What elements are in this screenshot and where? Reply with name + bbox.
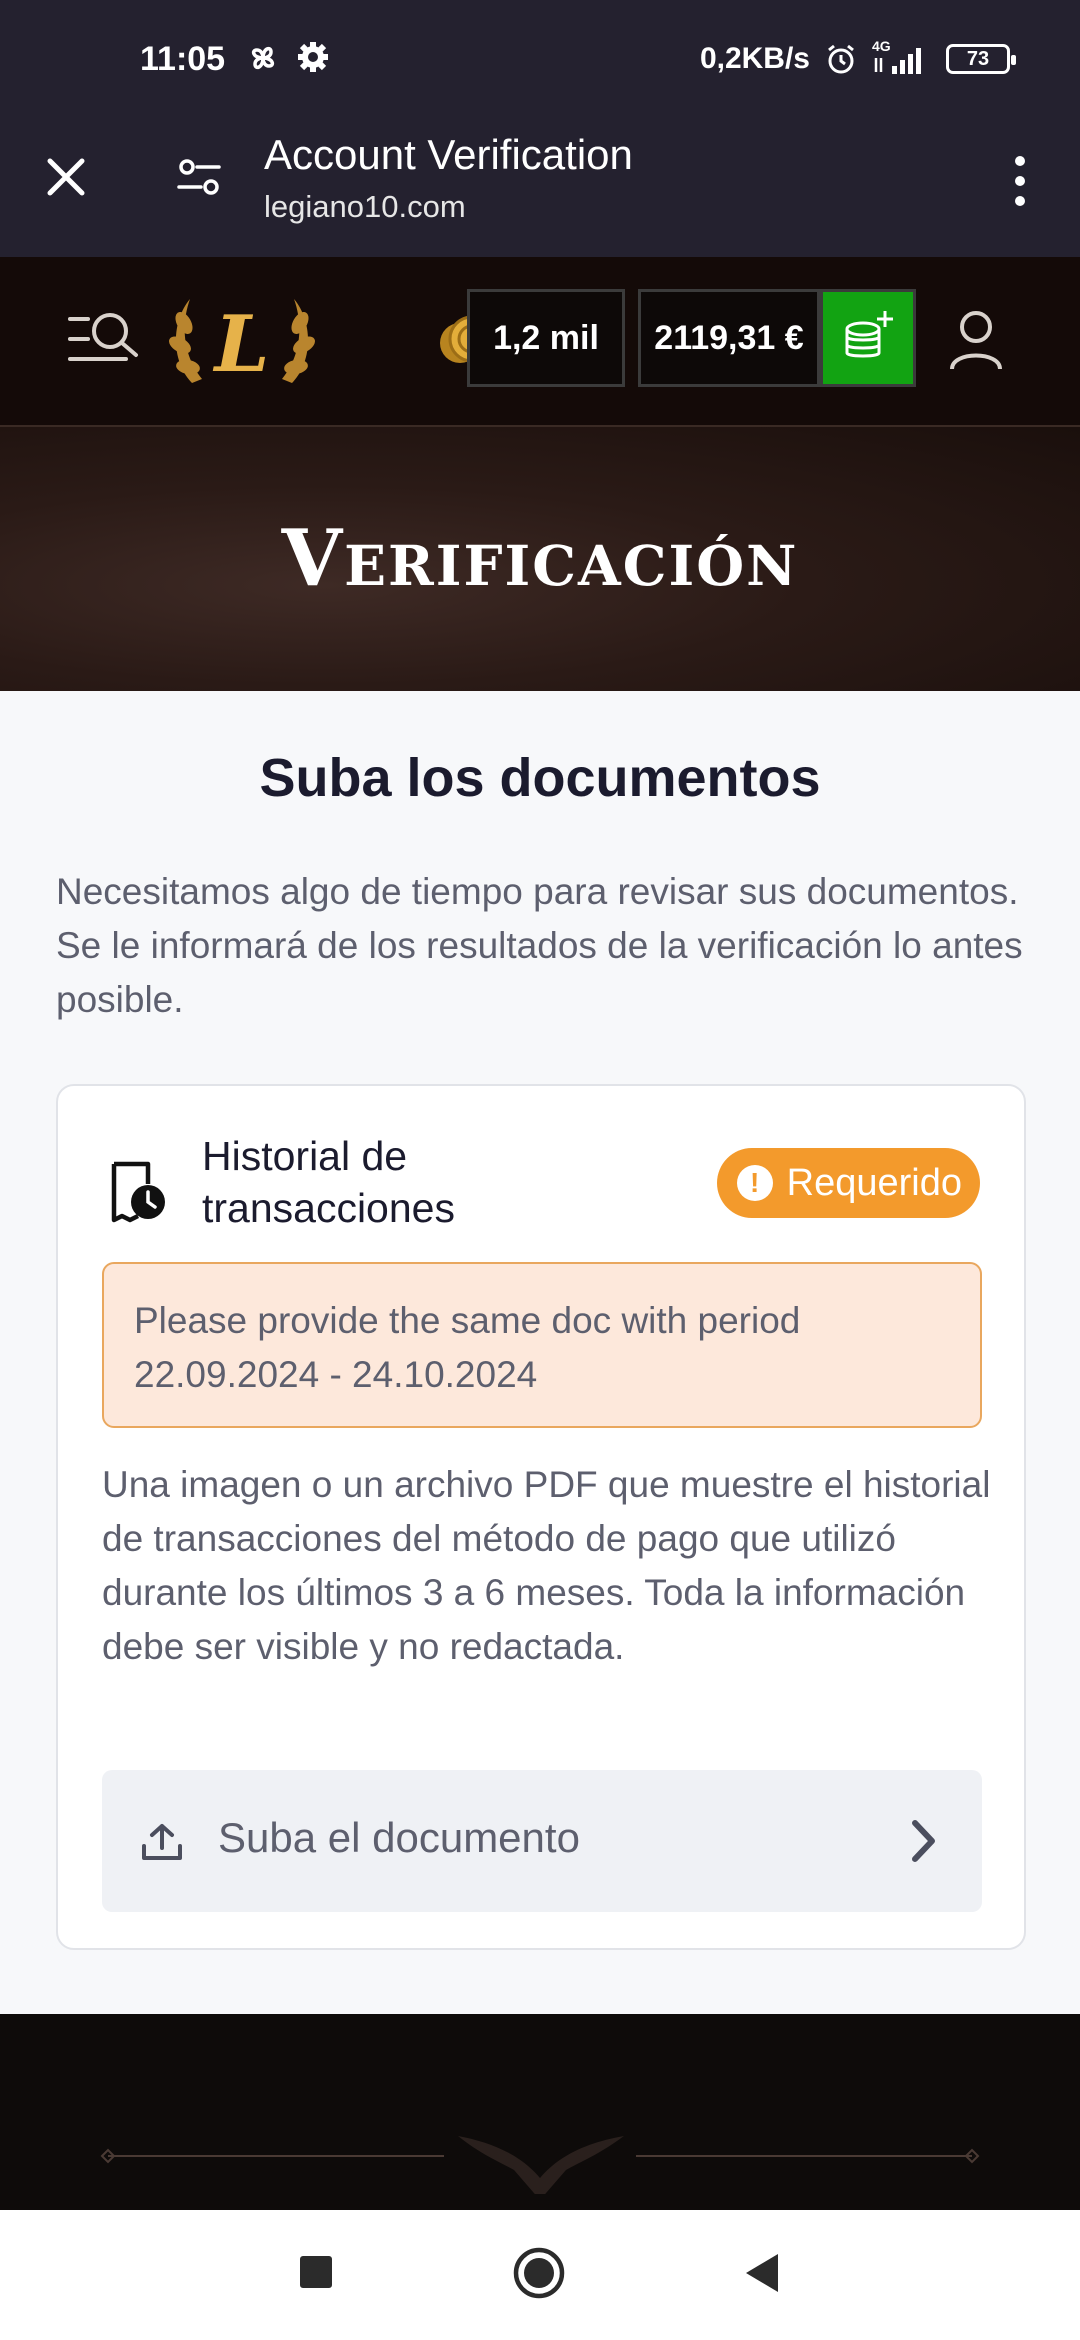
upload-icon: [142, 1824, 182, 1860]
page-title: Account Verification: [264, 131, 633, 178]
balance-value: 2119,31 €: [654, 318, 804, 357]
site-header: L 1,2 mil 2119,31 €: [0, 257, 1080, 427]
settings-icon: [298, 42, 328, 72]
pinwheel-icon: [251, 46, 275, 70]
points-display[interactable]: 1,2 mil: [467, 289, 625, 387]
network-speed: 0,2KB/s: [699, 42, 810, 75]
document-card: Historial de transacciones ! Requerido P…: [56, 1084, 1026, 1950]
home-button[interactable]: [512, 2246, 566, 2300]
browser-toolbar: Account Verification legiano10.com: [0, 125, 1080, 257]
legiano-logo[interactable]: L: [162, 283, 322, 401]
hero-title: Verificación: [281, 513, 799, 604]
alert-icon: !: [736, 1165, 773, 1201]
main-content: Suba los documentos Necesitamos algo de …: [0, 691, 1080, 2014]
site-footer: [0, 2014, 1080, 2210]
status-time: 11:05: [140, 40, 226, 78]
recent-apps-button[interactable]: [300, 2256, 332, 2288]
document-clock-icon: [111, 1161, 165, 1223]
footer-ornament-icon: [100, 2136, 980, 2194]
upload-document-button[interactable]: Suba el documento: [102, 1770, 982, 1912]
card-description: Una imagen o un archivo PDF que muestre …: [102, 1464, 991, 1667]
chevron-right-icon: [912, 1820, 935, 1862]
required-badge: ! Requerido: [716, 1148, 980, 1218]
back-button[interactable]: [742, 2250, 782, 2296]
required-badge-label: Requerido: [786, 1161, 962, 1204]
more-options-icon[interactable]: [1000, 153, 1040, 209]
status-bar: 11:05 0,2KB/s 4G 73: [0, 0, 1080, 125]
site-settings-icon[interactable]: [175, 153, 223, 201]
close-icon[interactable]: [42, 153, 90, 201]
points-value: 1,2 mil: [493, 318, 599, 357]
user-icon[interactable]: [948, 307, 1004, 371]
card-title: Historial de transacciones: [202, 1133, 455, 1231]
svg-text:L: L: [213, 299, 270, 390]
section-heading: Suba los documentos: [259, 748, 821, 808]
alarm-icon: [828, 44, 854, 74]
menu-search-icon[interactable]: [66, 305, 142, 373]
page-url[interactable]: legiano10.com: [264, 189, 466, 225]
balance-display[interactable]: 2119,31 €: [638, 289, 820, 387]
system-navigation-bar: [0, 2210, 1080, 2340]
signal-icon: 4G: [872, 38, 932, 76]
deposit-coins-icon: [845, 311, 893, 358]
deposit-button[interactable]: [820, 289, 916, 387]
upload-label: Suba el documento: [218, 1814, 580, 1861]
intro-text: Necesitamos algo de tiempo para revisar …: [56, 871, 1023, 1020]
period-notice: Please provide the same doc with period …: [102, 1262, 982, 1428]
battery-icon: 73: [946, 44, 1016, 74]
hero-banner: Verificación: [0, 427, 1080, 691]
